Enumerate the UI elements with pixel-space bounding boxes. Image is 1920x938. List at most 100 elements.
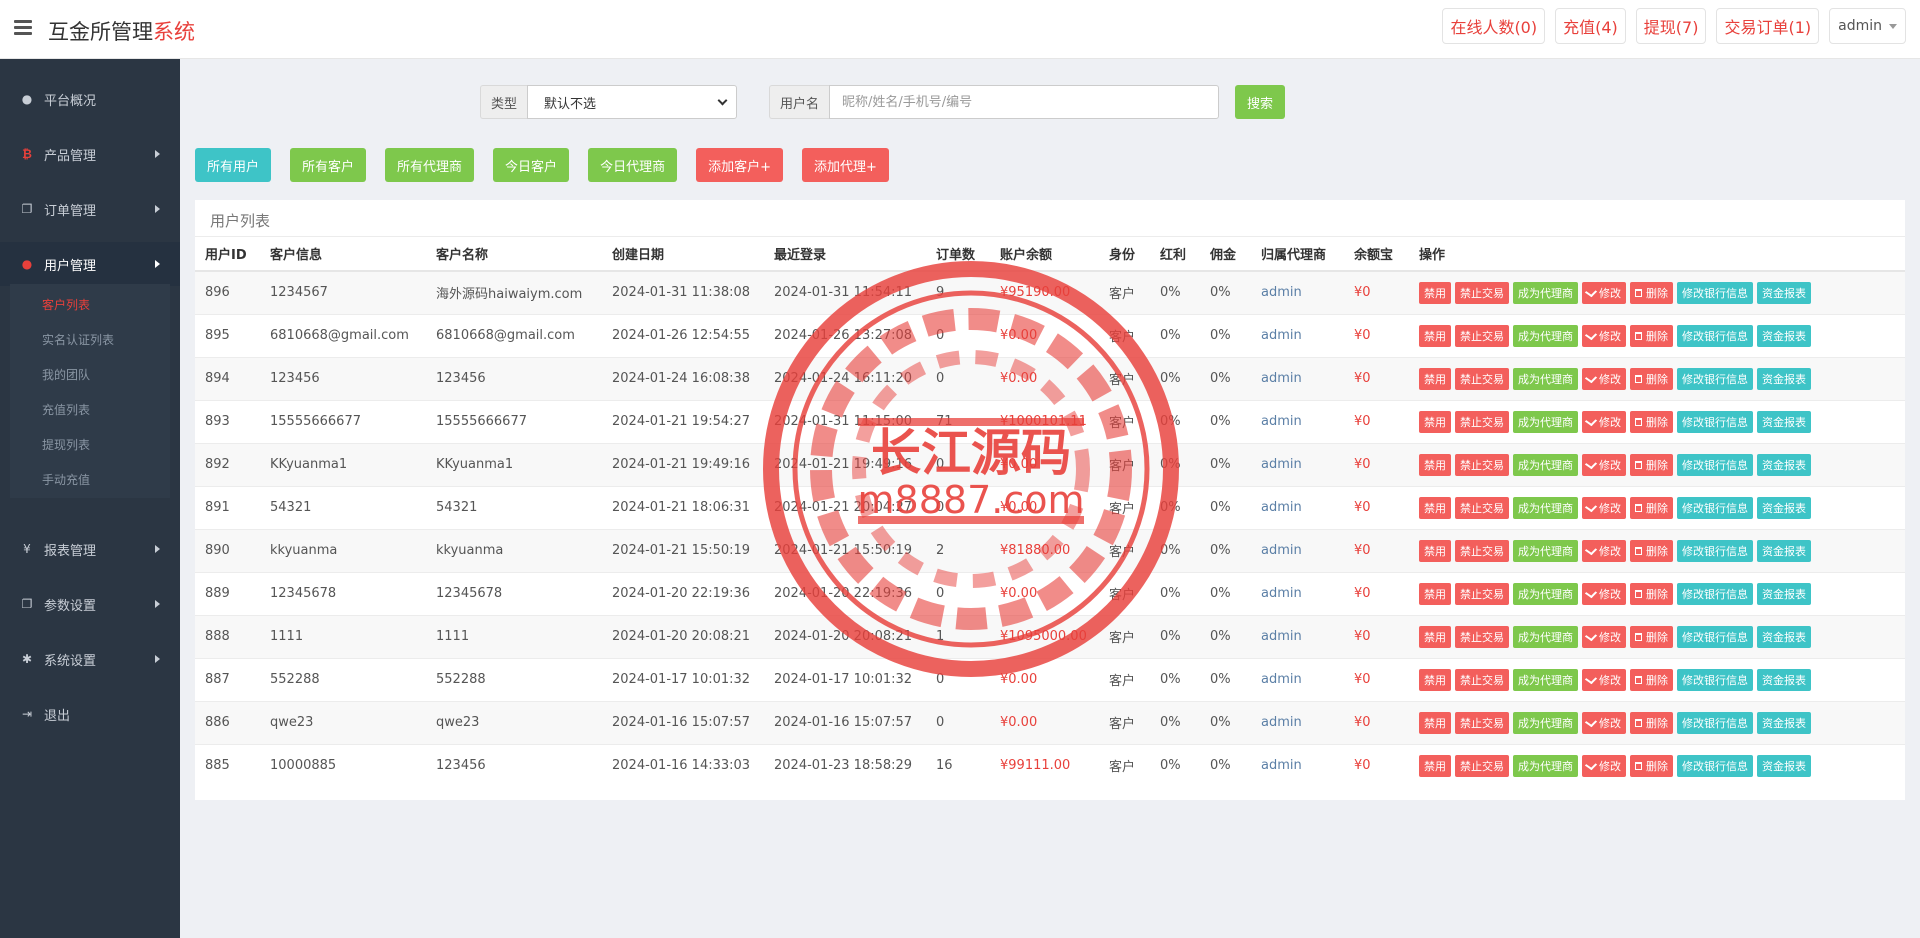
admin-dropdown[interactable]: admin: [1829, 8, 1906, 44]
delete-button[interactable]: 删除: [1630, 367, 1673, 390]
edit-button[interactable]: 修改: [1582, 754, 1626, 777]
edit-bank-button[interactable]: 修改银行信息: [1677, 496, 1753, 519]
submenu-recharge-list[interactable]: 充值列表: [42, 401, 90, 418]
edit-button[interactable]: 修改: [1582, 582, 1626, 605]
make-agent-button[interactable]: 成为代理商: [1513, 281, 1578, 304]
disable-button[interactable]: 禁用: [1419, 453, 1451, 476]
sidebar-item-users[interactable]: ● 用户管理: [0, 242, 180, 286]
make-agent-button[interactable]: 成为代理商: [1513, 496, 1578, 519]
edit-button[interactable]: 修改: [1582, 367, 1626, 390]
edit-bank-button[interactable]: 修改银行信息: [1677, 668, 1753, 691]
delete-button[interactable]: 删除: [1630, 539, 1673, 562]
ban-trade-button[interactable]: 禁止交易: [1455, 324, 1509, 347]
sidebar-item-products[interactable]: ₿ 产品管理: [0, 132, 180, 176]
add-agent-button[interactable]: 添加代理+: [801, 148, 889, 182]
delete-button[interactable]: 删除: [1630, 754, 1673, 777]
today-agents-button[interactable]: 今日代理商: [588, 148, 678, 182]
ban-trade-button[interactable]: 禁止交易: [1455, 453, 1509, 476]
make-agent-button[interactable]: 成为代理商: [1513, 410, 1578, 433]
online-count-button[interactable]: 在线人数(0): [1442, 8, 1546, 44]
disable-button[interactable]: 禁用: [1419, 625, 1451, 648]
edit-button[interactable]: 修改: [1582, 324, 1626, 347]
edit-bank-button[interactable]: 修改银行信息: [1677, 324, 1753, 347]
delete-button[interactable]: 删除: [1630, 324, 1673, 347]
edit-bank-button[interactable]: 修改银行信息: [1677, 281, 1753, 304]
make-agent-button[interactable]: 成为代理商: [1513, 367, 1578, 390]
fund-report-button[interactable]: 资金报表: [1757, 367, 1811, 390]
ban-trade-button[interactable]: 禁止交易: [1455, 410, 1509, 433]
fund-report-button[interactable]: 资金报表: [1757, 582, 1811, 605]
ban-trade-button[interactable]: 禁止交易: [1455, 754, 1509, 777]
edit-button[interactable]: 修改: [1582, 453, 1626, 476]
make-agent-button[interactable]: 成为代理商: [1513, 711, 1578, 734]
make-agent-button[interactable]: 成为代理商: [1513, 324, 1578, 347]
edit-bank-button[interactable]: 修改银行信息: [1677, 625, 1753, 648]
disable-button[interactable]: 禁用: [1419, 582, 1451, 605]
make-agent-button[interactable]: 成为代理商: [1513, 453, 1578, 476]
fund-report-button[interactable]: 资金报表: [1757, 324, 1811, 347]
edit-bank-button[interactable]: 修改银行信息: [1677, 367, 1753, 390]
today-customers-button[interactable]: 今日客户: [493, 148, 570, 182]
fund-report-button[interactable]: 资金报表: [1757, 496, 1811, 519]
withdraw-button[interactable]: 提现(7): [1635, 8, 1707, 44]
sidebar-item-system[interactable]: ✱ 系统设置: [0, 637, 180, 681]
disable-button[interactable]: 禁用: [1419, 539, 1451, 562]
fund-report-button[interactable]: 资金报表: [1757, 754, 1811, 777]
edit-bank-button[interactable]: 修改银行信息: [1677, 539, 1753, 562]
fund-report-button[interactable]: 资金报表: [1757, 711, 1811, 734]
username-search-input[interactable]: [829, 85, 1220, 119]
edit-button[interactable]: 修改: [1582, 711, 1626, 734]
delete-button[interactable]: 删除: [1630, 625, 1673, 648]
edit-bank-button[interactable]: 修改银行信息: [1677, 711, 1753, 734]
edit-bank-button[interactable]: 修改银行信息: [1677, 754, 1753, 777]
submenu-my-team[interactable]: 我的团队: [42, 366, 90, 383]
disable-button[interactable]: 禁用: [1419, 281, 1451, 304]
trade-orders-button[interactable]: 交易订单(1): [1716, 8, 1820, 44]
delete-button[interactable]: 删除: [1630, 668, 1673, 691]
edit-button[interactable]: 修改: [1582, 539, 1626, 562]
edit-bank-button[interactable]: 修改银行信息: [1677, 410, 1753, 433]
ban-trade-button[interactable]: 禁止交易: [1455, 367, 1509, 390]
search-button[interactable]: 搜索: [1235, 85, 1286, 119]
recharge-button[interactable]: 充值(4): [1555, 8, 1626, 44]
all-agents-button[interactable]: 所有代理商: [385, 148, 475, 182]
delete-button[interactable]: 删除: [1630, 582, 1673, 605]
all-users-button[interactable]: 所有用户: [195, 148, 272, 182]
submenu-manual-recharge[interactable]: 手动充值: [42, 471, 90, 488]
ban-trade-button[interactable]: 禁止交易: [1455, 539, 1509, 562]
ban-trade-button[interactable]: 禁止交易: [1455, 281, 1509, 304]
delete-button[interactable]: 删除: [1630, 281, 1673, 304]
disable-button[interactable]: 禁用: [1419, 496, 1451, 519]
disable-button[interactable]: 禁用: [1419, 324, 1451, 347]
sidebar-item-overview[interactable]: ● 平台概况: [0, 77, 180, 121]
edit-bank-button[interactable]: 修改银行信息: [1677, 582, 1753, 605]
sidebar-item-orders[interactable]: ❐ 订单管理: [0, 187, 180, 231]
all-customers-button[interactable]: 所有客户: [290, 148, 367, 182]
fund-report-button[interactable]: 资金报表: [1757, 625, 1811, 648]
disable-button[interactable]: 禁用: [1419, 668, 1451, 691]
edit-button[interactable]: 修改: [1582, 625, 1626, 648]
make-agent-button[interactable]: 成为代理商: [1513, 668, 1578, 691]
fund-report-button[interactable]: 资金报表: [1757, 539, 1811, 562]
hamburger-menu-icon[interactable]: [14, 20, 32, 36]
edit-button[interactable]: 修改: [1582, 668, 1626, 691]
delete-button[interactable]: 删除: [1630, 410, 1673, 433]
fund-report-button[interactable]: 资金报表: [1757, 410, 1811, 433]
submenu-withdraw-list[interactable]: 提现列表: [42, 436, 90, 453]
ban-trade-button[interactable]: 禁止交易: [1455, 582, 1509, 605]
sidebar-item-logout[interactable]: ⇥ 退出: [0, 692, 180, 736]
submenu-customer-list[interactable]: 客户列表: [42, 296, 90, 313]
edit-button[interactable]: 修改: [1582, 410, 1626, 433]
make-agent-button[interactable]: 成为代理商: [1513, 539, 1578, 562]
edit-button[interactable]: 修改: [1582, 496, 1626, 519]
make-agent-button[interactable]: 成为代理商: [1513, 582, 1578, 605]
make-agent-button[interactable]: 成为代理商: [1513, 754, 1578, 777]
add-customer-button[interactable]: 添加客户+: [696, 148, 783, 182]
disable-button[interactable]: 禁用: [1419, 754, 1451, 777]
delete-button[interactable]: 删除: [1630, 453, 1673, 476]
delete-button[interactable]: 删除: [1630, 711, 1673, 734]
fund-report-button[interactable]: 资金报表: [1757, 668, 1811, 691]
disable-button[interactable]: 禁用: [1419, 711, 1451, 734]
type-select[interactable]: 默认不选: [527, 85, 738, 119]
delete-button[interactable]: 删除: [1630, 496, 1673, 519]
